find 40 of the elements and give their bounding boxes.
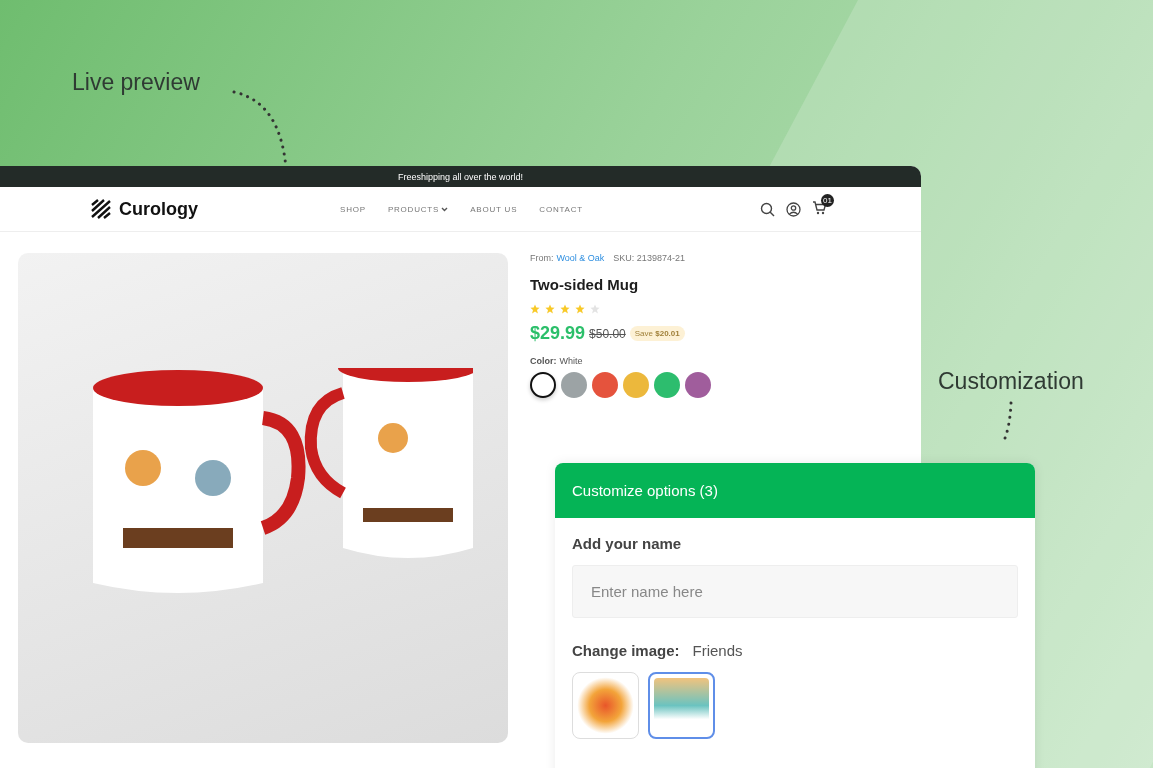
star-icon [590,304,600,314]
user-icon[interactable] [786,201,801,217]
logo-text: Curology [119,198,198,220]
price: $29.99 [530,323,586,344]
field-label: Add your name [572,535,683,552]
nav-link[interactable]: SHOP [340,204,366,214]
image-thumbnail[interactable] [648,672,715,739]
color-swatch[interactable] [592,372,618,398]
selected-image-name: Friends [692,642,743,659]
vendor-label: From: [530,253,554,263]
color-swatch[interactable] [561,372,587,398]
old-price: $50.00 [589,326,626,341]
annotation-label: Customization [938,368,1084,395]
vendor-link[interactable]: Wool & Oak [556,253,605,263]
photo-placeholder [577,677,634,734]
star-icon [530,304,540,314]
color-value: White [559,356,583,366]
color-swatch[interactable] [654,372,680,398]
nav-link[interactable]: CONTACT [539,204,583,214]
star-icon [575,304,585,314]
color-swatch[interactable] [685,372,711,398]
cart-count-badge: 01 [821,193,834,207]
search-icon[interactable] [760,201,775,217]
color-label: Color: [530,356,557,366]
logo-icon [90,199,112,219]
panel-title: Customize options (3) [572,482,718,499]
sku-text: SKU: 2139874-21 [613,253,685,263]
chevron-down-icon [441,206,449,212]
save-badge: Save $20.01 [629,326,685,341]
name-input-field[interactable]: Enter name here [572,565,1018,618]
star-icon [545,304,555,314]
banner-text: Freeshipping all over the world! [397,171,524,182]
nav-link[interactable]: ABOUT US [470,204,518,214]
color-swatch[interactable] [530,372,556,398]
field-label: Change image: [572,642,680,659]
product-title: Two-sided Mug [530,276,640,293]
annotation-label: Live preview [72,69,200,96]
color-swatch[interactable] [623,372,649,398]
nav-link[interactable]: PRODUCTS [387,204,449,214]
star-icon [560,304,570,314]
